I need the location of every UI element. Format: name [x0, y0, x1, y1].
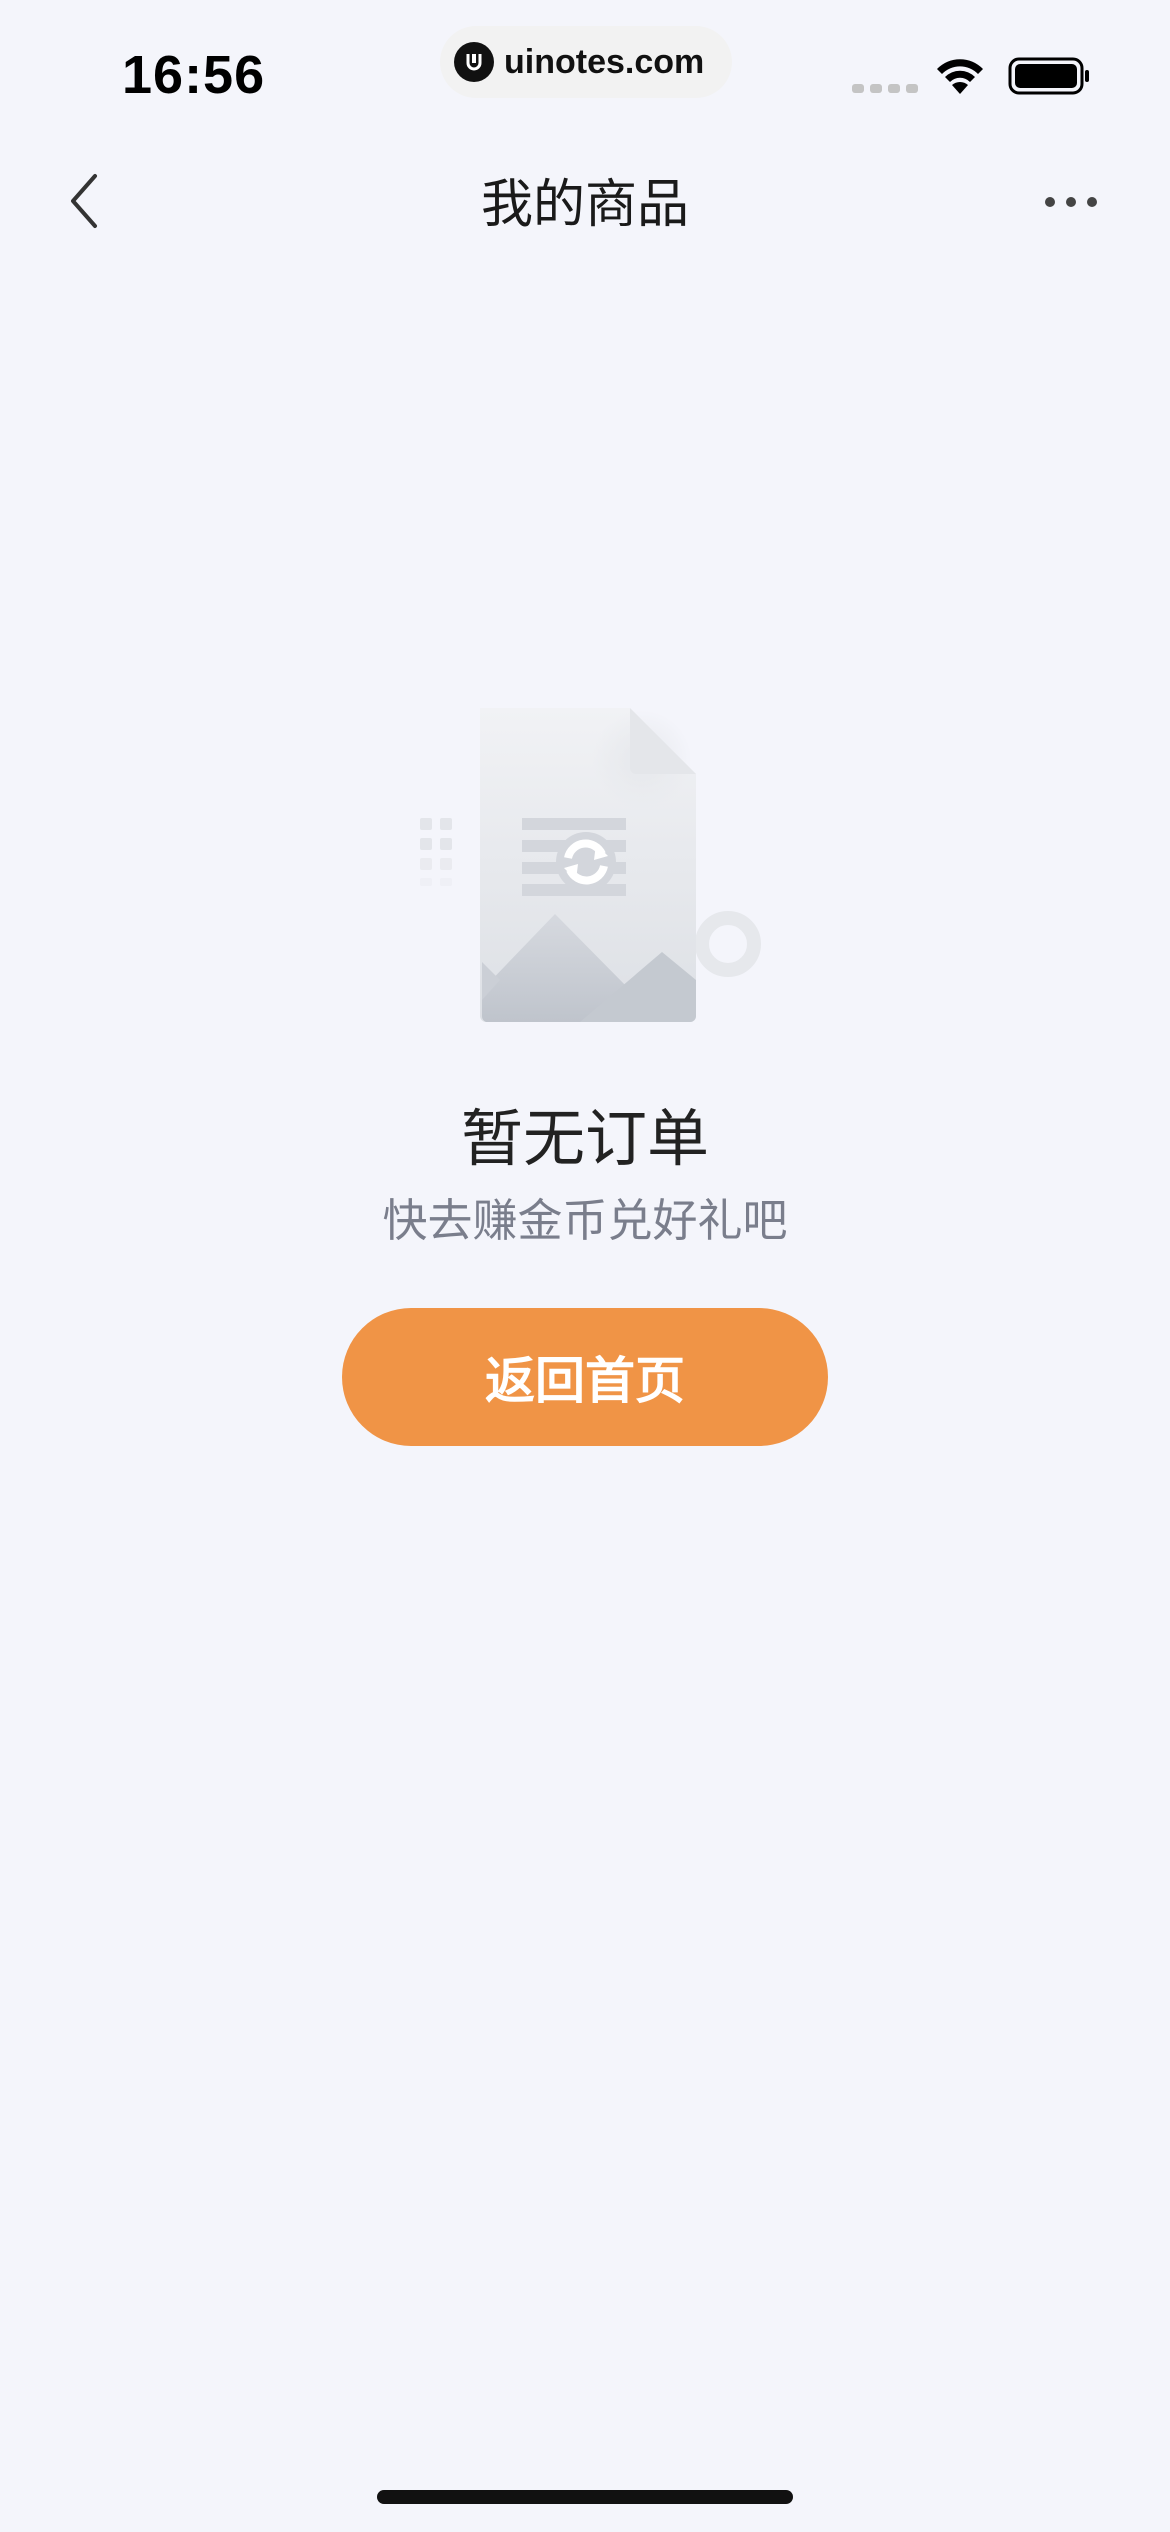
page-title: 我的商品 — [480, 175, 689, 235]
more-button[interactable] — [1036, 182, 1106, 222]
status-bar: 16:56 uinotes.com — [0, 0, 1170, 140]
nav-bar: 我的商品 — [0, 140, 1170, 260]
url-text: uinotes.com — [504, 42, 705, 81]
cellular-signal-icon — [852, 84, 918, 93]
wifi-icon — [934, 56, 986, 100]
status-time: 16:56 — [122, 45, 266, 105]
screen: 16:56 uinotes.com 我的商品 暂无订单 快去赚金币兑好礼吧 返回… — [0, 0, 1170, 2532]
home-indicator[interactable] — [377, 2490, 793, 2504]
empty-document-icon — [400, 690, 780, 1030]
empty-state-title: 暂无订单 — [460, 1102, 709, 1175]
battery-icon — [1008, 56, 1092, 100]
return-home-button[interactable]: 返回首页 — [342, 1308, 828, 1446]
site-logo-icon — [454, 42, 494, 82]
url-pill[interactable]: uinotes.com — [440, 26, 732, 98]
more-dots-icon — [1045, 197, 1097, 207]
empty-state-subtitle: 快去赚金币兑好礼吧 — [382, 1194, 788, 1247]
